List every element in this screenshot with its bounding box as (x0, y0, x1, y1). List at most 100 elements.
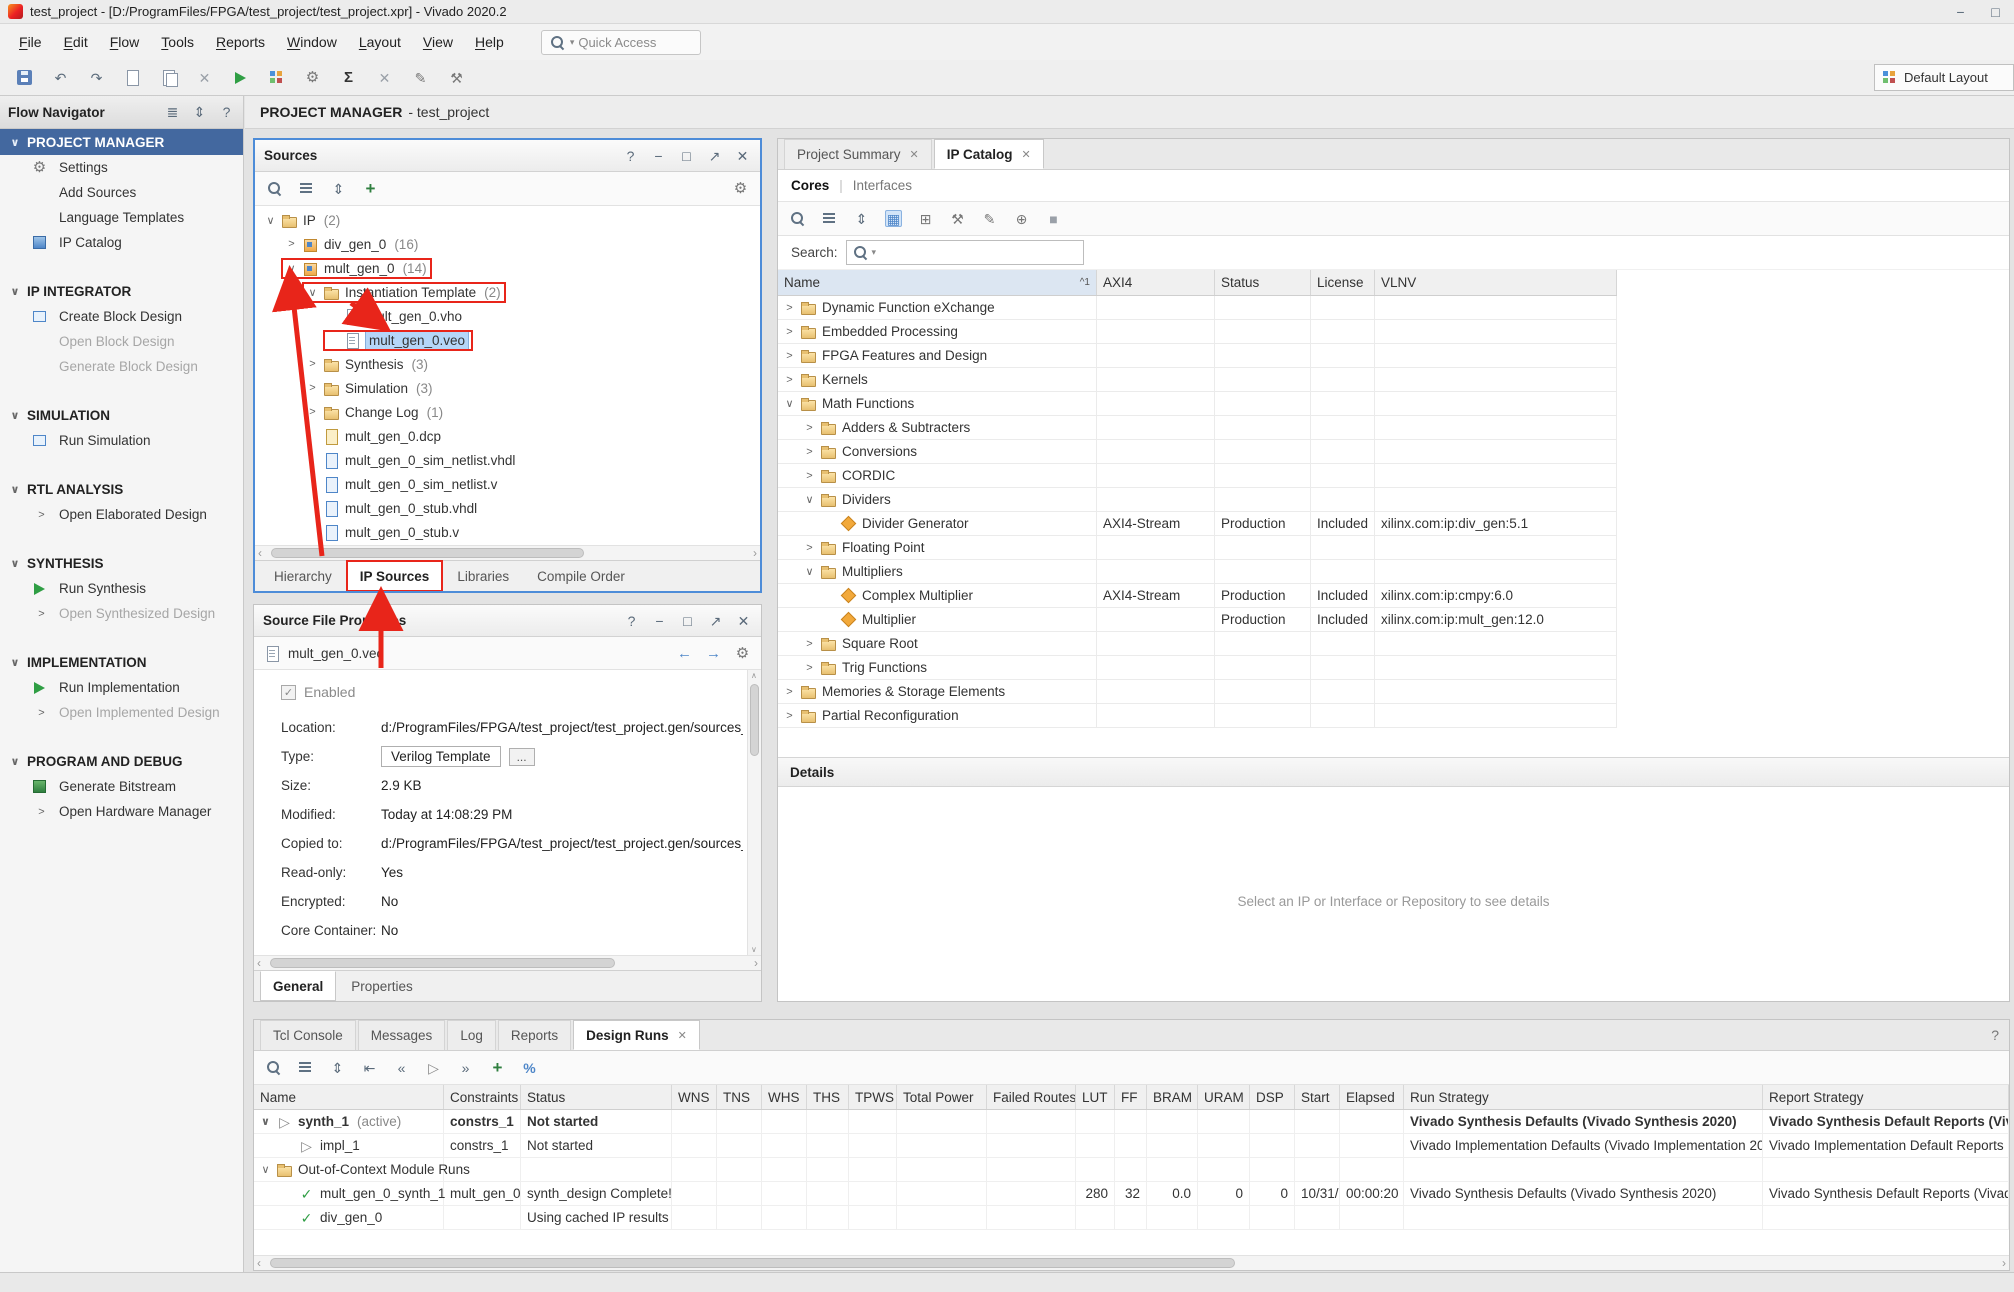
catalog-column-name[interactable]: Name^1 (778, 270, 1097, 295)
properties-tab-properties[interactable]: Properties (338, 971, 426, 1001)
catalog-row-dynamic-function-exchange[interactable]: >Dynamic Function eXchange (778, 296, 1617, 320)
catalog-search-input[interactable]: ▾ (846, 240, 1084, 265)
open-icon[interactable] (124, 69, 141, 86)
settings-icon[interactable]: ⚙ (304, 69, 321, 86)
runs-column-ths[interactable]: THS (807, 1085, 849, 1109)
catalog-row-fpga-features-and-design[interactable]: >FPGA Features and Design (778, 344, 1617, 368)
catalog-row-square-root[interactable]: >Square Root (778, 632, 1617, 656)
expand-icon[interactable]: ⇕ (853, 210, 870, 227)
browse-button[interactable]: ... (509, 748, 535, 766)
menu-window[interactable]: Window (276, 27, 348, 57)
search-icon[interactable] (789, 210, 806, 227)
type-dropdown[interactable]: Verilog Template (381, 746, 501, 767)
close-icon[interactable]: ✕ (734, 147, 751, 164)
runs-column-report-strategy[interactable]: Report Strategy (1763, 1085, 2009, 1109)
sources-item-div-gen-0[interactable]: >div_gen_0(16) (255, 232, 760, 256)
catalog-row-math-functions[interactable]: ∨Math Functions (778, 392, 1617, 416)
chevron-down-icon[interactable]: ∨ (804, 493, 815, 506)
catalog-column-vlnv[interactable]: VLNV (1375, 270, 1617, 295)
catalog-row-adders-subtracters[interactable]: >Adders & Subtracters (778, 416, 1617, 440)
menu-layout[interactable]: Layout (348, 27, 412, 57)
stop-icon[interactable]: ■ (1045, 210, 1062, 227)
catalog-row-complex-multiplier[interactable]: Complex MultiplierAXI4-StreamProductionI… (778, 584, 1617, 608)
runs-column-lut[interactable]: LUT (1076, 1085, 1115, 1109)
settings-icon[interactable]: ⚙ (734, 645, 751, 662)
percent-icon[interactable]: % (521, 1059, 538, 1076)
runs-column-bram[interactable]: BRAM (1147, 1085, 1198, 1109)
sources-item-simulation[interactable]: >Simulation(3) (255, 376, 760, 400)
catalog-row-trig-functions[interactable]: >Trig Functions (778, 656, 1617, 680)
chevron-down-icon[interactable]: ∨ (265, 214, 276, 227)
layout-selector[interactable]: Default Layout (1874, 64, 2014, 91)
flow-item-add-sources[interactable]: Add Sources (0, 180, 243, 205)
catalog-row-cordic[interactable]: >CORDIC (778, 464, 1617, 488)
sources-item-mult-gen-0-stub-v[interactable]: mult_gen_0_stub.v (255, 520, 760, 544)
runs-column-dsp[interactable]: DSP (1250, 1085, 1295, 1109)
runs-column-run-strategy[interactable]: Run Strategy (1404, 1085, 1763, 1109)
catalog-row-partial-reconfiguration[interactable]: >Partial Reconfiguration (778, 704, 1617, 728)
float-icon[interactable]: ↗ (706, 147, 723, 164)
flow-section-header-ip-integrator[interactable]: ∨IP INTEGRATOR (0, 278, 243, 304)
runs-column-total-power[interactable]: Total Power (897, 1085, 987, 1109)
sources-item-synthesis[interactable]: >Synthesis(3) (255, 352, 760, 376)
runs-column-whs[interactable]: WHS (762, 1085, 807, 1109)
runs-column-failed-routes[interactable]: Failed Routes (987, 1085, 1076, 1109)
runs-column-ff[interactable]: FF (1115, 1085, 1147, 1109)
minimize-icon[interactable]: − (651, 612, 668, 629)
chevron-right-icon[interactable]: > (784, 350, 795, 362)
menu-edit[interactable]: Edit (53, 27, 99, 57)
chevron-right-icon[interactable]: > (784, 710, 795, 722)
catalog-row-kernels[interactable]: >Kernels (778, 368, 1617, 392)
expand-icon[interactable]: ⇕ (330, 180, 347, 197)
catalog-row-memories-storage-elements[interactable]: >Memories & Storage Elements (778, 680, 1617, 704)
flow-section-header-project-manager[interactable]: ∨PROJECT MANAGER (0, 129, 243, 155)
first-icon[interactable]: ⇤ (361, 1059, 378, 1076)
scrollbar-thumb[interactable] (270, 1258, 1235, 1268)
menu-view[interactable]: View (412, 27, 464, 57)
menu-file[interactable]: File (8, 27, 53, 57)
chevron-right-icon[interactable]: > (307, 382, 318, 394)
float-icon[interactable]: ↗ (707, 612, 724, 629)
flow-section-header-program-and-debug[interactable]: ∨PROGRAM AND DEBUG (0, 748, 243, 774)
catalog-subtab-interfaces[interactable]: Interfaces (853, 178, 912, 193)
runs-column-start[interactable]: Start (1295, 1085, 1340, 1109)
collapse-icon[interactable] (821, 210, 838, 227)
dock-icon[interactable]: ≣ (164, 104, 181, 121)
flow-section-header-implementation[interactable]: ∨IMPLEMENTATION (0, 649, 243, 675)
delete-icon[interactable]: ✕ (196, 69, 213, 86)
sources-item-mult-gen-0-sim-netlist-v[interactable]: mult_gen_0_sim_netlist.v (255, 472, 760, 496)
catalog-tab-project-summary[interactable]: Project Summary✕ (784, 139, 932, 169)
properties-hscrollbar[interactable] (254, 955, 761, 970)
menu-help[interactable]: Help (464, 27, 515, 57)
chevron-right-icon[interactable]: > (804, 542, 815, 554)
chevron-down-icon[interactable]: ∨ (260, 1115, 271, 1128)
catalog-tab-ip-catalog[interactable]: IP Catalog✕ (934, 139, 1044, 169)
runs-row-out-of-context-module-runs[interactable]: ∨Out-of-Context Module Runs (254, 1158, 2009, 1182)
flow-section-header-rtl-analysis[interactable]: ∨RTL ANALYSIS (0, 476, 243, 502)
scrollbar-thumb[interactable] (750, 684, 759, 756)
blocks-icon[interactable] (268, 69, 285, 86)
flow-item-settings[interactable]: ⚙Settings (0, 155, 243, 180)
runs-column-wns[interactable]: WNS (672, 1085, 717, 1109)
flow-item-open-synthesized-design[interactable]: >Open Synthesized Design (0, 601, 243, 626)
collapse-icon[interactable] (297, 1059, 314, 1076)
runs-tab-reports[interactable]: Reports (498, 1020, 571, 1050)
menu-flow[interactable]: Flow (99, 27, 151, 57)
flow-section-header-simulation[interactable]: ∨SIMULATION (0, 402, 243, 428)
sources-item-instantiation-template[interactable]: ∨Instantiation Template(2) (255, 280, 760, 304)
debug-icon[interactable]: ⚒ (448, 69, 465, 86)
addrepo-icon[interactable]: ⊕ (1013, 210, 1030, 227)
runs-tab-messages[interactable]: Messages (358, 1020, 446, 1050)
chevron-right-icon[interactable]: > (784, 302, 795, 314)
chevron-down-icon[interactable]: ∨ (286, 262, 297, 275)
search-icon[interactable] (266, 180, 283, 197)
expand-icon[interactable]: ⇕ (191, 104, 208, 121)
sources-tab-compile-order[interactable]: Compile Order (524, 561, 638, 591)
runs-column-elapsed[interactable]: Elapsed (1340, 1085, 1404, 1109)
chevron-right-icon[interactable]: > (804, 662, 815, 674)
run-icon[interactable] (232, 69, 249, 86)
forward-icon[interactable]: → (705, 645, 722, 662)
quick-access-input[interactable]: ▾ Quick Access (541, 30, 701, 55)
runs-column-tns[interactable]: TNS (717, 1085, 762, 1109)
sources-tab-libraries[interactable]: Libraries (444, 561, 522, 591)
